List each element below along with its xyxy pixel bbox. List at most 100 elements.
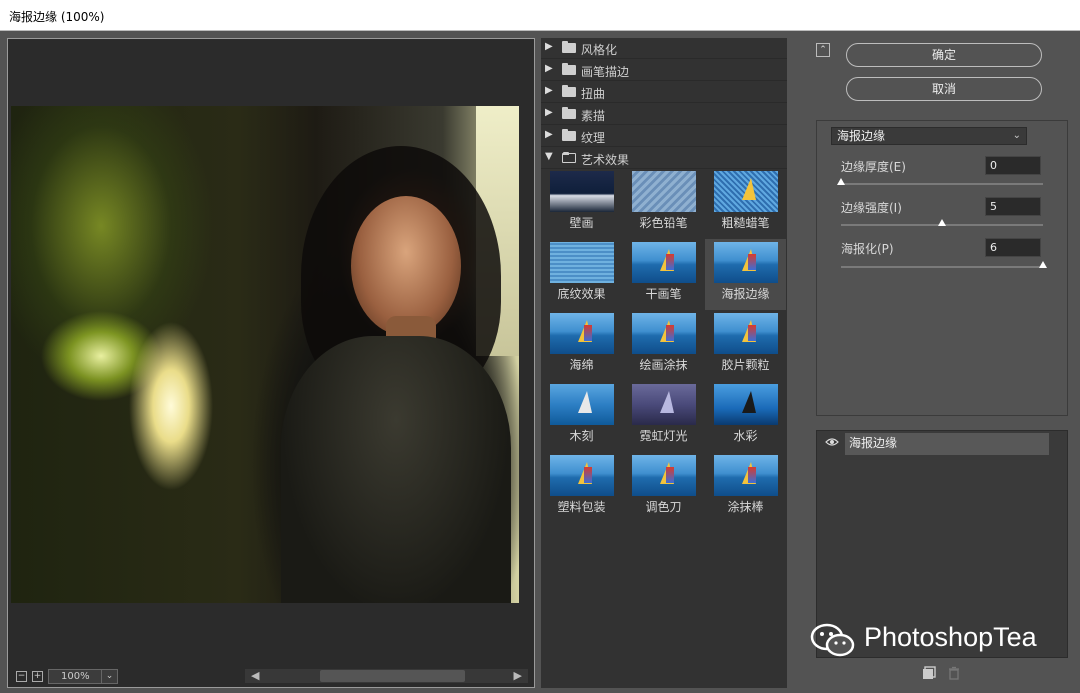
filter-thumb-film-grain[interactable]: 胶片颗粒 (705, 310, 786, 381)
open-folder-icon (562, 152, 576, 163)
wechat-logo-icon (810, 623, 855, 657)
filter-thumb-sponge[interactable]: 海绵 (541, 310, 622, 381)
category-brush-strokes[interactable]: ▶ 画笔描边 (541, 60, 787, 81)
folder-icon (562, 41, 576, 53)
filter-preview-image (550, 171, 614, 212)
effect-layer-name: 海报边缘 (845, 433, 1049, 455)
filter-thumb-fresco[interactable]: 壁画 (541, 168, 622, 239)
zoom-select[interactable]: 100% ⌄ (48, 669, 118, 684)
category-artistic[interactable]: ▼ 艺术效果 (541, 148, 787, 169)
filter-thumb-rough-pastels[interactable]: 粗糙蜡笔 (705, 168, 786, 239)
filter-preview-image (550, 384, 614, 425)
filter-name: 涂抹棒 (727, 500, 764, 514)
filter-thumb-plastic-wrap[interactable]: 塑料包装 (541, 452, 622, 523)
watermark-text: PhotoshopTea (864, 622, 1037, 652)
scroll-left-arrow-icon[interactable]: ◀ (251, 669, 259, 682)
window-titlebar: 海报边缘 (100%) (0, 0, 1080, 31)
scrollbar-thumb[interactable] (320, 670, 465, 682)
zoom-bar: − + 100% ⌄ ◀ ▶ (8, 665, 534, 687)
filter-name: 胶片颗粒 (721, 358, 770, 372)
filter-preview-image (714, 242, 778, 283)
category-label: 素描 (581, 109, 606, 123)
cancel-button[interactable]: 取消 (846, 77, 1042, 101)
filter-thumb-neon-glow[interactable]: 霓虹灯光 (623, 381, 704, 452)
filter-name: 水彩 (733, 429, 758, 443)
slider-knob[interactable] (837, 178, 845, 185)
edge-intensity-label: 边缘强度(I) (841, 201, 902, 215)
filter-name: 塑料包装 (557, 500, 606, 514)
zoom-in-button[interactable]: + (32, 671, 43, 682)
filter-thumb-paint-daubs[interactable]: 绘画涂抹 (623, 310, 704, 381)
category-label: 艺术效果 (581, 153, 630, 167)
filter-name: 底纹效果 (557, 287, 606, 301)
delete-effect-layer-icon[interactable] (947, 666, 961, 680)
filter-name: 调色刀 (645, 500, 682, 514)
filter-select[interactable]: 海报边缘 ⌄ (831, 127, 1027, 145)
chevron-down-icon: ⌄ (101, 670, 117, 683)
posterization-label: 海报化(P) (841, 242, 894, 256)
zoom-value: 100% (61, 671, 90, 682)
filter-preview-image (714, 313, 778, 354)
filter-thumb-colored-pencil[interactable]: 彩色铅笔 (623, 168, 704, 239)
filter-thumb-smudge-stick[interactable]: 涂抹棒 (705, 452, 786, 523)
expand-arrow-icon: ▶ (545, 129, 553, 140)
category-distort[interactable]: ▶ 扭曲 (541, 82, 787, 103)
folder-icon (562, 63, 576, 75)
expand-arrow-icon: ▶ (545, 107, 553, 118)
edge-intensity-slider[interactable] (841, 219, 1043, 226)
posterization-slider[interactable] (841, 261, 1047, 268)
filter-thumb-watercolor[interactable]: 水彩 (705, 381, 786, 452)
new-effect-layer-icon[interactable] (922, 666, 936, 680)
filter-thumb-underpainting[interactable]: 底纹效果 (541, 239, 622, 310)
filter-thumb-dry-brush[interactable]: 干画笔 (623, 239, 704, 310)
chevron-down-icon: ⌄ (1012, 130, 1021, 141)
category-label: 纹理 (581, 131, 606, 145)
filter-name: 彩色铅笔 (639, 216, 688, 230)
filter-name: 干画笔 (645, 287, 682, 301)
filter-name: 粗糙蜡笔 (721, 216, 770, 230)
filter-preview-image (632, 171, 696, 212)
filter-thumb-cutout[interactable]: 木刻 (541, 381, 622, 452)
filter-thumb-poster-edges[interactable]: 海报边缘 (705, 239, 786, 310)
subject-body (281, 336, 511, 603)
slider-knob[interactable] (938, 219, 946, 226)
horizontal-scrollbar[interactable]: ◀ ▶ (245, 669, 528, 683)
category-texture[interactable]: ▶ 纹理 (541, 126, 787, 147)
subject-face (351, 196, 461, 336)
filter-preview-image (550, 242, 614, 283)
filter-name: 木刻 (569, 429, 594, 443)
edge-thickness-label: 边缘厚度(E) (841, 160, 906, 174)
edge-thickness-slider[interactable] (837, 178, 1043, 185)
filter-thumb-palette-knife[interactable]: 调色刀 (623, 452, 704, 523)
scroll-right-arrow-icon[interactable]: ▶ (514, 669, 522, 682)
category-label: 风格化 (581, 43, 618, 57)
collapse-gallery-icon[interactable]: ⌃ (816, 43, 830, 57)
filter-preview-image (714, 384, 778, 425)
filter-preview-image (632, 313, 696, 354)
filter-preview-image (632, 384, 696, 425)
filter-name: 绘画涂抹 (639, 358, 688, 372)
category-label: 扭曲 (581, 87, 606, 101)
posterization-input[interactable]: 6 (985, 238, 1041, 257)
edge-intensity-input[interactable]: 5 (985, 197, 1041, 216)
filter-preview-image (550, 455, 614, 496)
effect-layer[interactable]: 海报边缘 (819, 433, 1049, 455)
eye-icon[interactable] (825, 437, 839, 447)
filter-preview-image (550, 313, 614, 354)
filter-select-value: 海报边缘 (837, 129, 886, 143)
filter-settings: 海报边缘 ⌄ 边缘厚度(E) 0 边缘强度(I) 5 海报化(P) 6 (816, 120, 1068, 416)
expand-arrow-icon: ▶ (545, 41, 553, 52)
filter-preview-image (632, 242, 696, 283)
category-stylize[interactable]: ▶ 风格化 (541, 38, 787, 59)
watermark: PhotoshopTea (810, 616, 1072, 660)
slider-knob[interactable] (1039, 261, 1047, 268)
zoom-out-button[interactable]: − (16, 671, 27, 682)
filter-gallery-dialog: − + 100% ⌄ ◀ ▶ ▶ 风格化 ▶ 画笔描边 ▶ 扭曲 ▶ 素描 ▶ … (0, 31, 1080, 693)
preview-image[interactable] (11, 106, 519, 603)
window-title: 海报边缘 (100%) (9, 10, 105, 24)
category-sketch[interactable]: ▶ 素描 (541, 104, 787, 125)
edge-thickness-input[interactable]: 0 (985, 156, 1041, 175)
ok-button[interactable]: 确定 (846, 43, 1042, 67)
filter-name: 霓虹灯光 (639, 429, 688, 443)
preview-pane[interactable]: − + 100% ⌄ ◀ ▶ (7, 38, 535, 688)
